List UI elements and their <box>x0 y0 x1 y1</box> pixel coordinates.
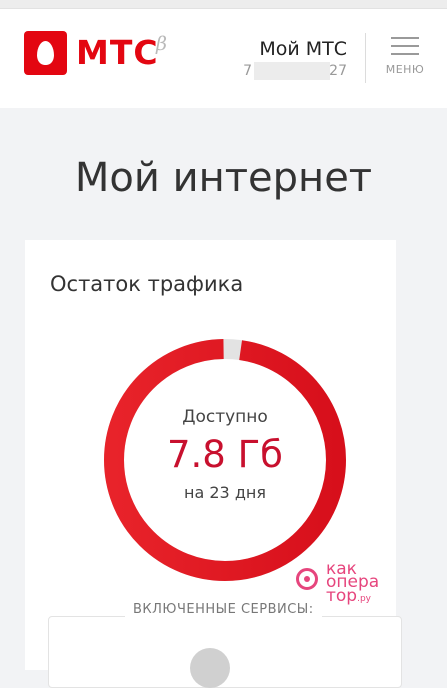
beta-badge: β <box>156 33 167 55</box>
menu-label[interactable]: МЕНЮ <box>383 63 427 76</box>
phone-prefix: 7 <box>243 63 252 79</box>
browser-top-strip <box>0 0 447 9</box>
account-block[interactable]: Мой МТС 7 27 <box>187 39 347 80</box>
menu-button[interactable]: МЕНЮ <box>383 35 427 91</box>
watermark-suffix: .ру <box>357 594 372 604</box>
brand-name[interactable]: МТС <box>76 35 159 71</box>
site-header: МТС β Мой МТС 7 27 МЕНЮ <box>0 9 447 108</box>
phone-redaction <box>254 62 330 80</box>
service-icon[interactable] <box>190 648 230 688</box>
services-label: ВКЛЮЧЕННЫЕ СЕРВИСЫ: <box>125 600 322 620</box>
phone-suffix: 27 <box>329 63 347 79</box>
account-phone: 7 27 <box>187 62 347 80</box>
traffic-card-title: Остаток трафика <box>50 272 244 296</box>
watermark-line-3: тор.ру <box>326 586 372 607</box>
mts-logo-icon[interactable] <box>24 31 67 75</box>
watermark-line-3-text: тор <box>326 586 358 606</box>
watermark-dot <box>304 576 310 582</box>
header-divider <box>365 33 366 83</box>
traffic-period: на 23 дня <box>184 483 266 502</box>
page-title: Мой интернет <box>74 155 373 201</box>
hamburger-icon[interactable] <box>391 35 419 57</box>
traffic-amount: 7.8 Гб <box>167 433 283 476</box>
available-label: Доступно <box>182 407 268 427</box>
traffic-ring: Доступно 7.8 Гб на 23 дня <box>100 335 350 585</box>
kakoperator-watermark: как опера тор.ру <box>294 561 434 612</box>
logo-egg-shape <box>37 41 54 65</box>
account-title[interactable]: Мой МТС <box>187 39 347 59</box>
